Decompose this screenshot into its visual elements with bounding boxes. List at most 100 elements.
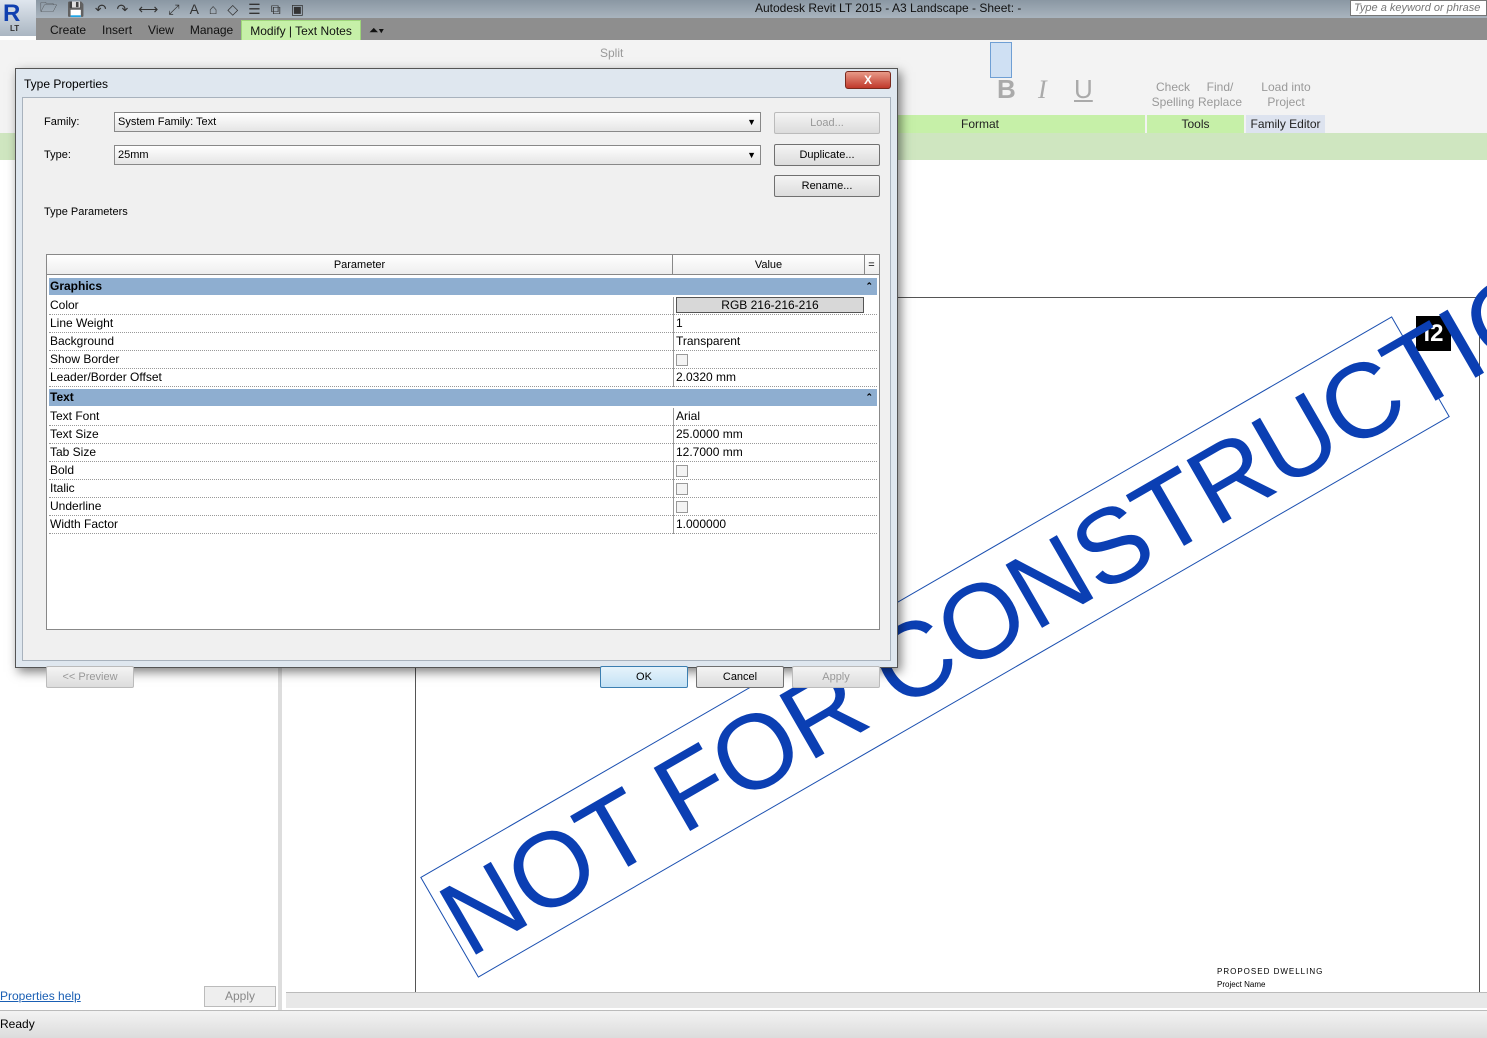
tools-panel-label: Tools <box>1147 115 1244 133</box>
value-cell[interactable]: 1 <box>676 315 866 333</box>
tab-insert[interactable]: Insert <box>94 20 140 40</box>
checkbox[interactable] <box>676 354 688 366</box>
value-cell[interactable] <box>676 498 866 516</box>
bold-button[interactable]: B <box>997 76 1016 102</box>
status-bar: Ready <box>0 1010 1487 1038</box>
ok-button[interactable]: OK <box>600 666 688 688</box>
value-cell[interactable] <box>676 462 866 480</box>
panel-toggle-icon[interactable]: ⏶▾ <box>361 20 392 40</box>
value-cell[interactable]: Arial <box>676 408 866 426</box>
param-name: Tab Size <box>50 444 674 462</box>
table-row[interactable]: Color RGB 216-216-216 <box>49 297 877 315</box>
value-cell[interactable] <box>676 480 866 498</box>
value-cell[interactable] <box>676 351 866 369</box>
table-row[interactable]: Underline <box>49 498 877 516</box>
type-value: 25mm <box>118 149 149 161</box>
tab-create[interactable]: Create <box>42 20 94 40</box>
group-label: Text <box>50 390 74 404</box>
param-name: Italic <box>50 480 674 498</box>
apply-button[interactable]: Apply <box>792 666 880 688</box>
properties-help-link[interactable]: Properties help <box>0 989 81 1003</box>
table-row[interactable]: Italic <box>49 480 877 498</box>
text-icon[interactable]: A <box>190 1 199 17</box>
redo-icon[interactable]: ↷ <box>117 1 129 18</box>
family-dropdown[interactable]: System Family: Text ▼ <box>114 112 761 132</box>
value-cell[interactable]: 12.7000 mm <box>676 444 866 462</box>
save-icon[interactable]: 💾 <box>67 1 84 18</box>
param-value[interactable]: 25.0000 mm <box>676 427 743 441</box>
app-title: Autodesk Revit LT 2015 - A3 Landscape - … <box>755 1 1022 15</box>
table-row[interactable]: Background Transparent <box>49 333 877 351</box>
application-menu-button[interactable]: R LT <box>0 0 36 36</box>
param-name: Line Weight <box>50 315 674 333</box>
collapse-icon[interactable]: ⌃ <box>865 389 873 406</box>
load-into-project-button[interactable]: Load into Project <box>1256 80 1316 110</box>
param-value[interactable]: 1.000000 <box>676 517 726 531</box>
close-hidden-icon[interactable]: ⧉ <box>271 1 281 18</box>
duplicate-button[interactable]: Duplicate... <box>774 144 880 166</box>
table-row[interactable]: Leader/Border Offset 2.0320 mm <box>49 369 877 387</box>
color-button[interactable]: RGB 216-216-216 <box>676 297 864 313</box>
value-cell[interactable]: 2.0320 mm <box>676 369 866 387</box>
dimension-icon[interactable]: ⤢ <box>168 1 179 18</box>
collapse-icon[interactable]: ⌃ <box>865 278 873 295</box>
project-name: Project Name <box>1217 980 1266 989</box>
ribbon-tabs: Create Insert View Manage Modify | Text … <box>36 18 1487 40</box>
param-value[interactable]: 1 <box>676 316 683 330</box>
type-dropdown[interactable]: 25mm ▼ <box>114 145 761 165</box>
search-input[interactable]: Type a keyword or phrase <box>1350 0 1487 16</box>
checkbox[interactable] <box>676 501 688 513</box>
param-value[interactable]: 12.7000 mm <box>676 445 743 459</box>
param-value[interactable]: Arial <box>676 409 700 423</box>
align-left-icon[interactable] <box>990 42 1012 78</box>
family-value: System Family: Text <box>118 116 217 128</box>
group-text[interactable]: Text ⌃ <box>49 389 877 406</box>
italic-button[interactable]: I <box>1038 77 1047 103</box>
checkbox[interactable] <box>676 483 688 495</box>
table-row[interactable]: Width Factor 1.000000 <box>49 516 877 534</box>
undo-icon[interactable]: ↶ <box>95 1 107 18</box>
quick-access-toolbar: 🗁 💾 ↶ ↷ ⟷ ⤢ A ⌂ ◇ ☰ ⧉ ▣ <box>40 0 304 18</box>
table-row[interactable]: Bold <box>49 462 877 480</box>
column-value[interactable]: Value <box>673 255 865 275</box>
param-value[interactable]: 2.0320 mm <box>676 370 736 384</box>
value-cell[interactable]: Transparent <box>676 333 866 351</box>
value-cell[interactable]: 25.0000 mm <box>676 426 866 444</box>
rename-button[interactable]: Rename... <box>774 175 880 197</box>
table-row[interactable]: Text Size 25.0000 mm <box>49 426 877 444</box>
split-button[interactable]: Split <box>600 46 623 61</box>
family-label: Family: <box>44 116 80 128</box>
type-label: Type: <box>44 149 71 161</box>
table-row[interactable]: Show Border <box>49 351 877 369</box>
type-properties-dialog: Type Properties X Family: System Family:… <box>15 68 898 688</box>
preview-button[interactable]: << Preview <box>46 666 134 688</box>
3d-view-icon[interactable]: ⌂ <box>209 1 217 17</box>
measure-icon[interactable]: ⟷ <box>138 1 158 18</box>
value-cell[interactable]: RGB 216-216-216 <box>676 297 866 315</box>
checkbox[interactable] <box>676 465 688 477</box>
table-header: Parameter Value = <box>47 255 879 275</box>
param-value[interactable]: Transparent <box>676 334 740 348</box>
check-spelling-button[interactable]: Check Spelling <box>1150 80 1196 110</box>
tab-modify-text-notes[interactable]: Modify | Text Notes <box>241 20 361 40</box>
thin-lines-icon[interactable]: ☰ <box>248 1 261 18</box>
tab-manage[interactable]: Manage <box>182 20 241 40</box>
column-menu-icon[interactable]: = <box>865 255 878 275</box>
param-name: Leader/Border Offset <box>50 369 674 387</box>
type-parameters-label: Type Parameters <box>44 206 128 218</box>
table-row[interactable]: Line Weight 1 <box>49 315 877 333</box>
close-button[interactable]: X <box>845 71 891 89</box>
properties-apply-button[interactable]: Apply <box>204 986 276 1007</box>
section-icon[interactable]: ◇ <box>227 1 238 18</box>
underline-button[interactable]: U <box>1074 76 1093 102</box>
table-row[interactable]: Tab Size 12.7000 mm <box>49 444 877 462</box>
tab-view[interactable]: View <box>140 20 182 40</box>
switch-windows-icon[interactable]: ▣ <box>291 1 304 18</box>
table-row[interactable]: Text Font Arial <box>49 408 877 426</box>
column-parameter[interactable]: Parameter <box>47 255 673 275</box>
load-button[interactable]: Load... <box>774 112 880 134</box>
find-replace-button[interactable]: Find/ Replace <box>1198 80 1242 110</box>
cancel-button[interactable]: Cancel <box>696 666 784 688</box>
group-graphics[interactable]: Graphics ⌃ <box>49 278 877 295</box>
value-cell[interactable]: 1.000000 <box>676 516 866 534</box>
